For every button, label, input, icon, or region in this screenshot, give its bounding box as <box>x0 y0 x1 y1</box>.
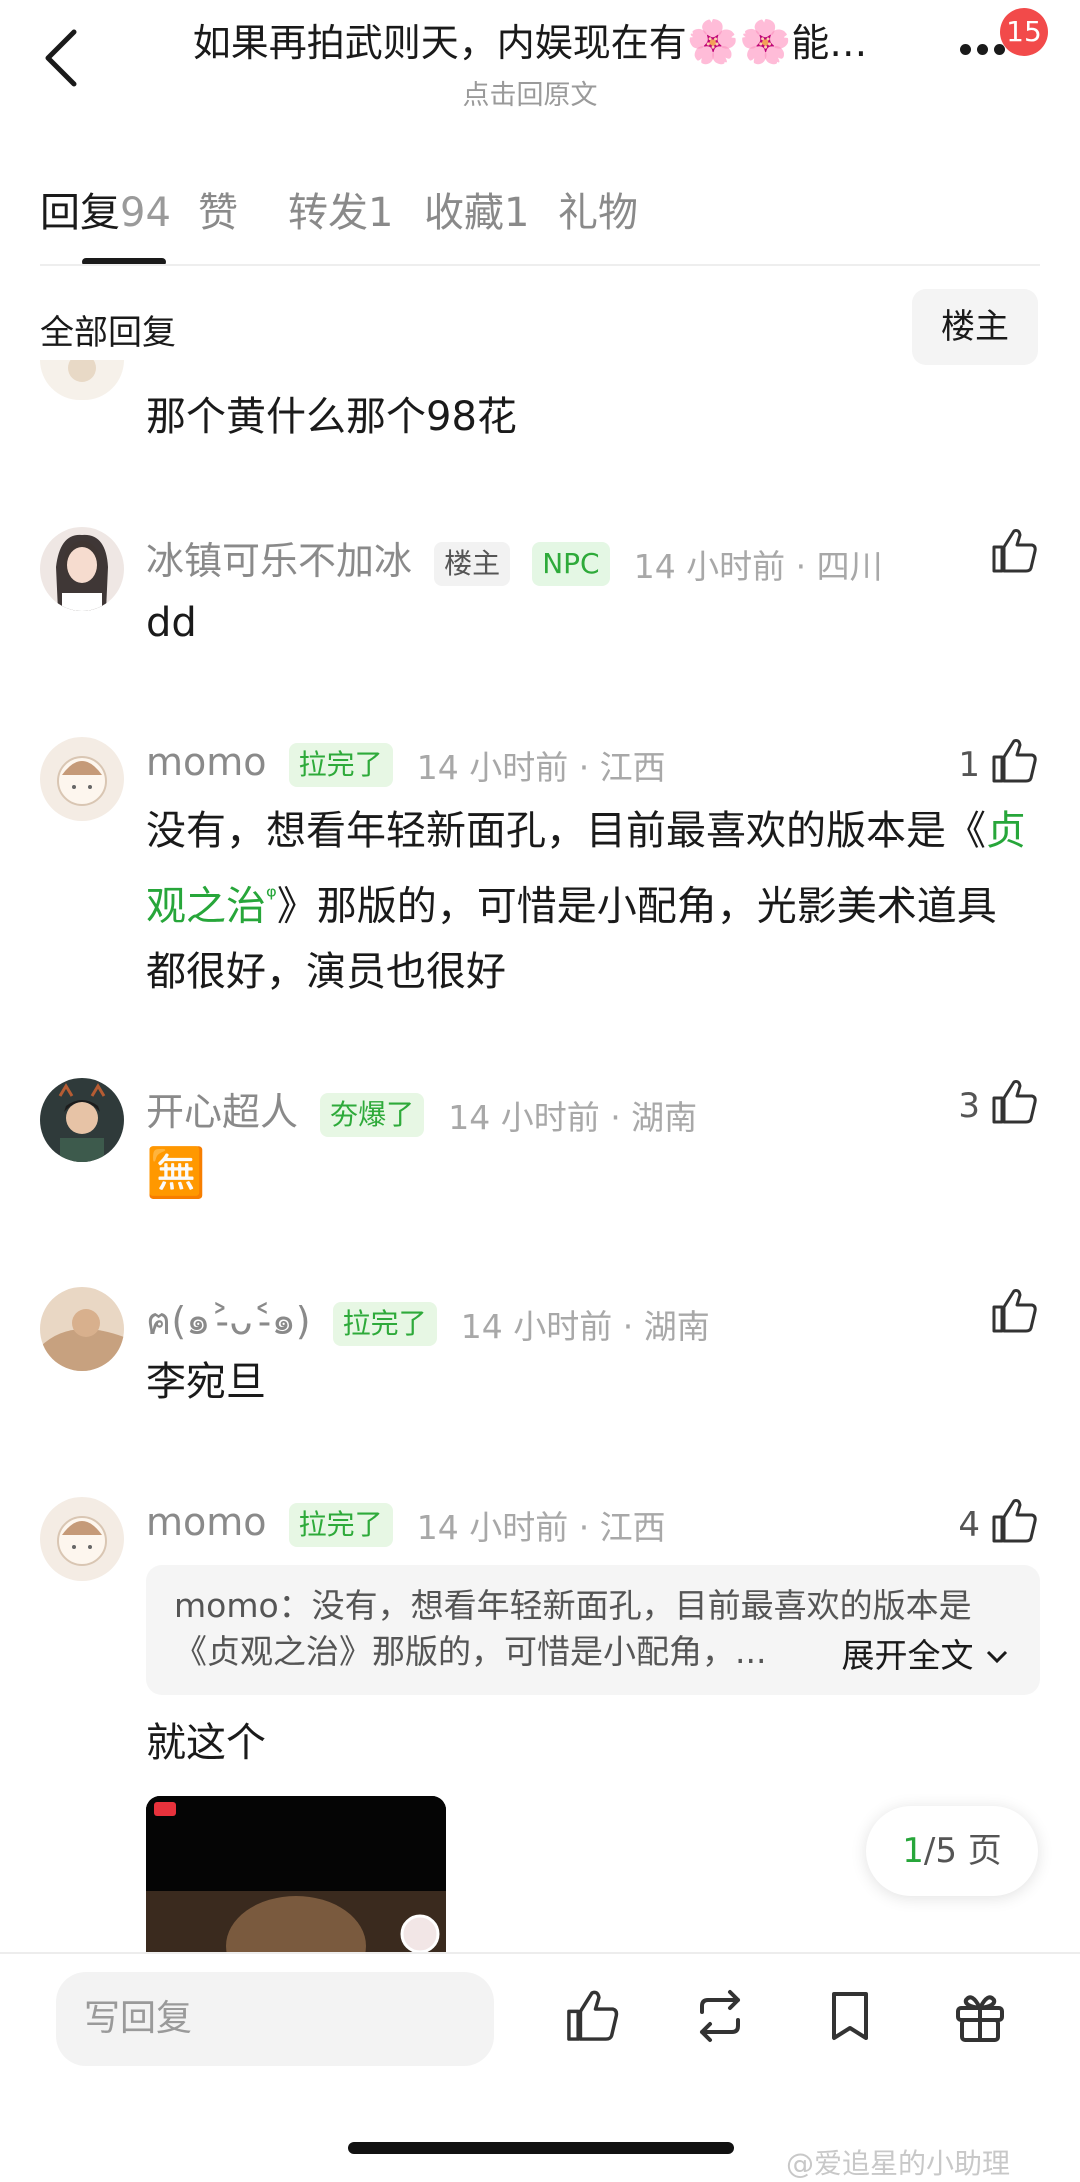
rank-badge: 拉完了 <box>288 742 393 787</box>
comment-text: 就这个 <box>146 1720 266 1766</box>
avatar[interactable] <box>40 1078 124 1162</box>
tab-label: 礼物 <box>558 190 638 236</box>
thumbs-up-icon <box>988 735 1040 796</box>
rank-badge: 夯爆了 <box>320 1092 425 1137</box>
notification-badge: 15 <box>1000 8 1048 56</box>
comment-text: 没有，想看年轻新面孔，目前最喜欢的版本是《贞观之治ᵠ》那版的，可惜是小配角，光影… <box>146 798 1026 1005</box>
tab-label: 回复 <box>40 190 120 236</box>
username[interactable]: ฅ(๑˃̵ᴗ˂̵๑) <box>146 1299 311 1343</box>
like-count: 1 <box>958 745 980 785</box>
current-page: 1 <box>902 1831 924 1871</box>
tab-label: 转发 <box>288 190 368 236</box>
top-bar: 如果再拍武则天，内娱现在有🌸🌸能… 点击回原文 15 <box>0 0 1080 130</box>
tab-bar: 回复94 赞 转发1 收藏1 礼物 <box>0 170 1080 270</box>
like-button[interactable]: 3 <box>958 1078 1040 1134</box>
comment-header: momo 拉完了 14 小时前 · 江西 <box>146 740 666 789</box>
post-title[interactable]: 如果再拍武则天，内娱现在有🌸🌸能… <box>150 14 910 71</box>
avatar[interactable] <box>40 527 124 611</box>
like-button[interactable] <box>988 527 1040 583</box>
comment-header: ฅ(๑˃̵ᴗ˂̵๑) 拉完了 14 小时前 · 湖南 <box>146 1290 710 1351</box>
total-pages: /5 页 <box>923 1831 1002 1871</box>
divider <box>40 264 1040 266</box>
tab-label: 赞 <box>198 190 238 236</box>
tab-gifts[interactable]: 礼物 <box>558 180 638 238</box>
avatar[interactable] <box>40 737 124 821</box>
comment-header: momo 拉完了 14 小时前 · 江西 <box>146 1500 666 1549</box>
tab-replies[interactable]: 回复94 <box>40 180 171 238</box>
watermark: @爱追星的小助理 <box>786 2147 1011 2180</box>
username[interactable]: momo <box>146 1500 267 1544</box>
flower-emoji: 🌸🌸 <box>686 17 792 66</box>
like-button[interactable]: 4 <box>958 1497 1040 1553</box>
back-arrow-icon[interactable] <box>36 24 92 92</box>
bookmark-icon[interactable] <box>820 1986 880 2046</box>
like-button[interactable]: 1 <box>958 737 1040 793</box>
owner-only-button[interactable]: 楼主 <box>912 289 1038 365</box>
timestamp-location: 14 小时前 · 湖南 <box>460 1306 710 1346</box>
comment-text: dd <box>146 600 197 646</box>
tab-favorites[interactable]: 收藏1 <box>424 180 529 238</box>
rank-badge: 拉完了 <box>288 1502 393 1547</box>
title-text: 如果再拍武则天，内娱现在有 <box>192 21 687 65</box>
tab-count: 1 <box>368 190 394 236</box>
search-icon: ᵠ <box>266 882 277 912</box>
title-ellipsis: 能… <box>791 21 868 65</box>
owner-tag: 楼主 <box>434 541 511 586</box>
chevron-down-icon <box>984 1636 1010 1675</box>
thumbs-up-icon <box>988 1285 1040 1346</box>
page-indicator[interactable]: 1/5 页 <box>866 1806 1038 1896</box>
timestamp-location: 14 小时前 · 江西 <box>416 747 666 787</box>
tab-count: 94 <box>120 190 171 236</box>
username[interactable]: 冰镇可乐不加冰 <box>146 539 412 583</box>
home-indicator[interactable] <box>348 2142 734 2154</box>
all-replies-label: 全部回复 <box>40 313 176 353</box>
title-block[interactable]: 如果再拍武则天，内娱现在有🌸🌸能… 点击回原文 <box>150 14 910 112</box>
reply-input[interactable]: 写回复 <box>56 1972 494 2066</box>
thumbs-up-icon <box>988 1495 1040 1556</box>
like-count: 4 <box>958 1505 980 1545</box>
tab-reposts[interactable]: 转发1 <box>288 180 393 238</box>
avatar[interactable] <box>40 1497 124 1581</box>
username[interactable]: momo <box>146 740 267 784</box>
timestamp-location: 14 小时前 · 江西 <box>416 1507 666 1547</box>
thumbs-up-icon <box>988 525 1040 586</box>
timestamp-location: 14 小时前 · 四川 <box>633 546 883 586</box>
tab-count: 1 <box>504 190 530 236</box>
timestamp-location: 14 小时前 · 湖南 <box>448 1097 698 1137</box>
expand-label: 展开全文 <box>841 1636 974 1675</box>
username[interactable]: 开心超人 <box>146 1090 298 1134</box>
avatar[interactable] <box>40 360 124 400</box>
thumbs-up-icon <box>988 1076 1040 1137</box>
back-to-original-link[interactable]: 点击回原文 <box>150 73 910 112</box>
gift-icon[interactable] <box>950 1986 1010 2046</box>
npc-tag: NPC <box>532 541 610 586</box>
repost-icon[interactable] <box>690 1986 750 2046</box>
like-count: 3 <box>958 1086 980 1126</box>
comment-text: 李宛旦 <box>146 1359 266 1405</box>
like-button[interactable] <box>988 1287 1040 1343</box>
quoted-comment[interactable]: momo：没有，想看年轻新面孔，目前最喜欢的版本是《贞观之治》那版的，可惜是小配… <box>146 1565 1040 1695</box>
tab-label: 收藏 <box>424 190 504 236</box>
comment-text-part: 没有，想看年轻新面孔，目前最喜欢的版本是《 <box>146 808 986 854</box>
comment-text: 那个黄什么那个98花 <box>146 394 517 440</box>
video-thumbnail[interactable] <box>146 1796 446 1956</box>
like-icon[interactable] <box>562 1986 622 2046</box>
comment-header: 冰镇可乐不加冰 楼主 NPC 14 小时前 · 四川 <box>146 530 883 588</box>
emoji-reply: 🈚 <box>146 1145 206 1201</box>
tab-likes[interactable]: 赞 <box>198 180 238 238</box>
rank-badge: 拉完了 <box>332 1301 437 1346</box>
expand-full-text-button[interactable]: 展开全文 <box>837 1629 1010 1677</box>
avatar[interactable] <box>40 1287 124 1371</box>
comment-header: 开心超人 夯爆了 14 小时前 · 湖南 <box>146 1081 697 1139</box>
